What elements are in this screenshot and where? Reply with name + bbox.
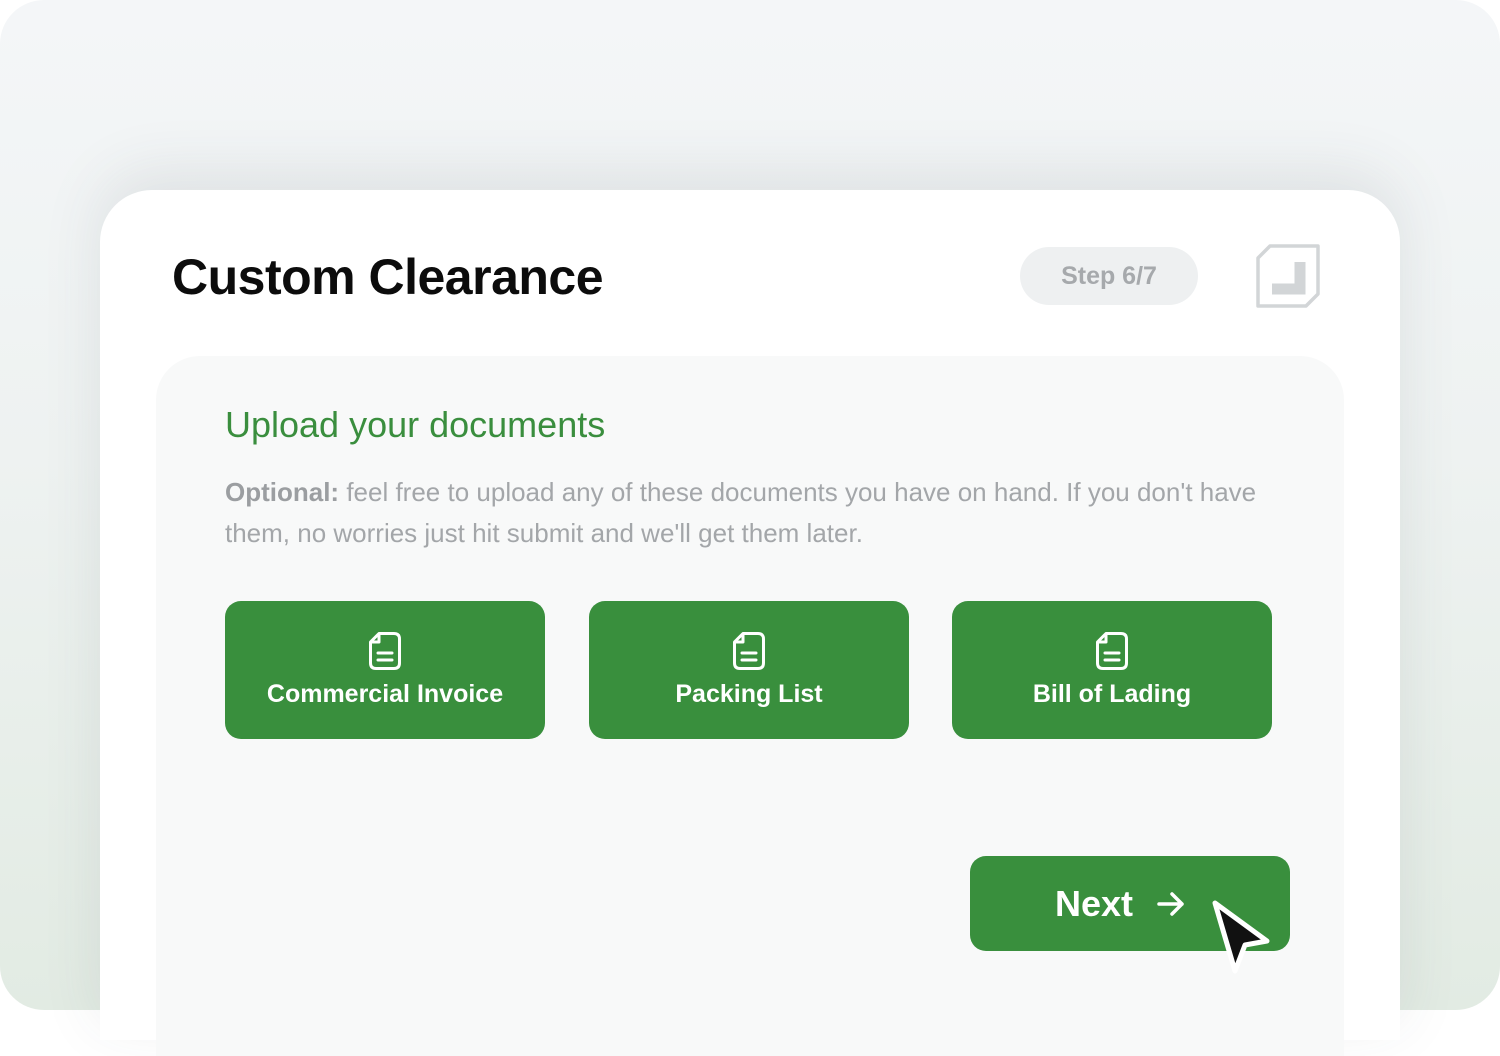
document-icon <box>733 632 765 670</box>
commercial-invoice-label: Commercial Invoice <box>266 680 504 708</box>
custom-clearance-card: Custom Clearance Step 6/7 Upload your do… <box>100 190 1400 1056</box>
document-icon <box>369 632 401 670</box>
arrow-right-icon <box>1157 891 1184 916</box>
packing-list-button[interactable]: Packing List <box>589 601 909 739</box>
bill-of-lading-label: Bill of Lading <box>1032 680 1192 708</box>
upload-description: Optional: feel free to upload any of the… <box>225 472 1305 554</box>
commercial-invoice-button[interactable]: Commercial Invoice <box>225 601 545 739</box>
upload-description-text: feel free to upload any of these documen… <box>225 477 1257 548</box>
corner-bracket-logo-icon <box>1256 244 1320 308</box>
upload-heading: Upload your documents <box>225 404 606 445</box>
bill-of-lading-button[interactable]: Bill of Lading <box>952 601 1272 739</box>
document-icon <box>1096 632 1128 670</box>
packing-list-label: Packing List <box>675 680 823 708</box>
mouse-pointer-icon <box>1212 900 1270 974</box>
next-button-label: Next <box>1054 882 1134 924</box>
upload-panel: Upload your documents Optional: feel fre… <box>156 356 1344 1056</box>
optional-label: Optional: <box>225 477 340 507</box>
page-title: Custom Clearance <box>172 249 604 305</box>
step-badge: Step 6/7 <box>1020 247 1198 305</box>
